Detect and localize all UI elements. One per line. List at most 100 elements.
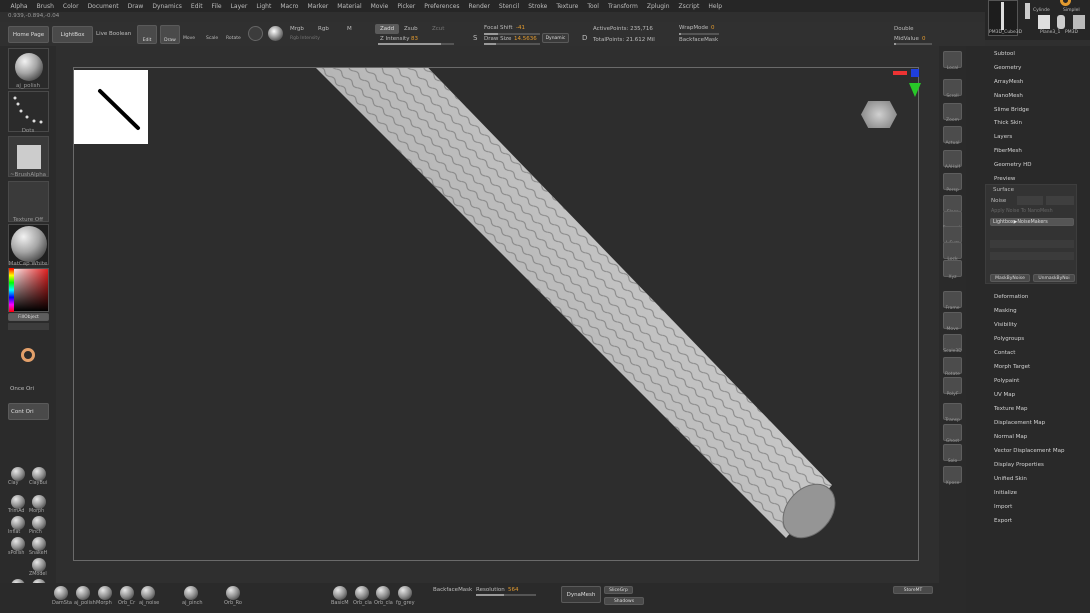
palette-preview[interactable]: Preview (994, 176, 1015, 182)
rotate-button[interactable]: Rotate (226, 36, 241, 41)
left-brush-icon[interactable] (32, 495, 46, 509)
noise-slider-b[interactable] (990, 252, 1074, 260)
menu-stencil[interactable]: Stencil (494, 3, 523, 10)
menu-layer[interactable]: Layer (226, 3, 252, 10)
palette-layers[interactable]: Layers (994, 134, 1012, 140)
palette-contact[interactable]: Contact (994, 350, 1015, 356)
live-boolean-button[interactable]: Live Boolean (96, 31, 131, 37)
edit-button[interactable]: Edit (137, 25, 157, 44)
mask-by-noise-button[interactable]: MaskByNoise (990, 274, 1030, 282)
menu-dynamics[interactable]: Dynamics (148, 3, 187, 10)
palette-geometry[interactable]: Geometry (994, 65, 1021, 71)
wrapmode-slider[interactable] (679, 33, 719, 35)
surface-header[interactable]: Surface (993, 187, 1014, 193)
resolution-slider[interactable] (476, 594, 536, 596)
secondary-color-swatch[interactable] (8, 323, 49, 330)
color-sphere-icon[interactable] (268, 26, 283, 41)
menu-tool[interactable]: Tool (583, 3, 604, 10)
palette-visibility[interactable]: Visibility (994, 322, 1017, 328)
palette-import[interactable]: Import (994, 504, 1012, 510)
viewport-canvas[interactable] (73, 67, 921, 561)
left-brush-icon[interactable] (11, 516, 25, 530)
move-button[interactable]: Move (183, 36, 195, 41)
palette-uv-map[interactable]: UV Map (994, 392, 1015, 398)
material-thumbnail[interactable] (8, 224, 49, 265)
fill-object-button[interactable]: FillObject (8, 313, 49, 321)
shelf-brush-icon[interactable] (398, 586, 412, 600)
dynamic-button[interactable]: Dynamic (542, 33, 569, 43)
noise-toggle-a[interactable] (1017, 196, 1043, 205)
palette-unified-skin[interactable]: Unified Skin (994, 476, 1027, 482)
palette-fibermesh[interactable]: FiberMesh (994, 148, 1022, 154)
rgb-button[interactable]: Rgb (318, 26, 329, 32)
menu-movie[interactable]: Movie (366, 3, 393, 10)
menu-document[interactable]: Document (83, 3, 123, 10)
left-brush-icon[interactable] (11, 467, 25, 481)
hue-strip[interactable] (9, 268, 14, 312)
draw-size-slider[interactable] (484, 43, 540, 45)
noise-button[interactable]: Noise (991, 198, 1006, 204)
left-brush-icon[interactable] (11, 537, 25, 551)
left-brush-icon[interactable] (32, 537, 46, 551)
palette-slime-bridge[interactable]: Slime Bridge (994, 107, 1029, 113)
storemt-button[interactable]: StoreMT (893, 586, 933, 594)
menu-picker[interactable]: Picker (393, 3, 420, 10)
zsub-button[interactable]: Zsub (404, 26, 418, 32)
menu-zscript[interactable]: Zscript (674, 3, 704, 10)
shelf-brush-icon[interactable] (76, 586, 90, 600)
palette-initialize[interactable]: Initialize (994, 490, 1017, 496)
cont-ori-button[interactable]: Cont Ori (8, 403, 49, 420)
menu-light[interactable]: Light (252, 3, 276, 10)
palette-masking[interactable]: Masking (994, 308, 1017, 314)
shelf-brush-icon[interactable] (120, 586, 134, 600)
menu-edit[interactable]: Edit (186, 3, 207, 10)
focal-shift-slider[interactable] (484, 33, 540, 35)
menu-zplugin[interactable]: Zplugin (642, 3, 674, 10)
groups-button[interactable]: SliceGrp (604, 586, 633, 594)
menu-macro[interactable]: Macro (276, 3, 303, 10)
palette-geometry-hd[interactable]: Geometry HD (994, 162, 1032, 168)
menu-help[interactable]: Help (704, 3, 727, 10)
mrgb-button[interactable]: Mrgb (290, 26, 304, 32)
palette-subtool[interactable]: Subtool (994, 51, 1015, 57)
texture-thumbnail[interactable] (8, 181, 49, 222)
shelf-brush-icon[interactable] (226, 586, 240, 600)
noise-slider-a[interactable] (990, 240, 1074, 248)
menu-preferences[interactable]: Preferences (420, 3, 464, 10)
palette-texture-map[interactable]: Texture Map (994, 406, 1028, 412)
midvalue-slider[interactable] (894, 43, 932, 45)
double-button[interactable]: Double (894, 26, 914, 32)
alpha-thumbnail[interactable] (8, 136, 49, 177)
cylinder-thumbnail[interactable] (1057, 15, 1065, 29)
palette-morph-target[interactable]: Morph Target (994, 364, 1030, 370)
stroke-thumbnail[interactable] (8, 91, 49, 132)
shelf-brush-icon[interactable] (333, 586, 347, 600)
home-page-button[interactable]: Home Page (8, 26, 49, 43)
menu-stroke[interactable]: Stroke (524, 3, 552, 10)
apply-noise-nanomesh[interactable]: Apply Noise To NanoMesh (991, 209, 1053, 214)
palette-thick-skin[interactable]: Thick Skin (994, 120, 1022, 126)
shelf-brush-icon[interactable] (184, 586, 198, 600)
left-brush-icon[interactable] (11, 495, 25, 509)
palette-arraymesh[interactable]: ArrayMesh (994, 79, 1023, 85)
shadows-button[interactable]: Shadows (604, 597, 644, 605)
material-sphere-icon[interactable] (248, 26, 263, 41)
shelf-brush-icon[interactable] (98, 586, 112, 600)
palette-display-properties[interactable]: Display Properties (994, 462, 1044, 468)
menu-draw[interactable]: Draw (123, 3, 148, 10)
shelf-brush-icon[interactable] (54, 586, 68, 600)
menu-color[interactable]: Color (58, 3, 83, 10)
unmask-by-noise-button[interactable]: UnmaskByNoi (1033, 274, 1075, 282)
rgb-intensity-slider[interactable]: Rgb Intensity (290, 36, 320, 41)
plane-thumbnail[interactable] (1038, 15, 1050, 29)
menu-file[interactable]: File (207, 3, 226, 10)
once-ori-button[interactable]: Once Ori (10, 386, 34, 392)
dynamesh-button[interactable]: DynaMesh (561, 586, 601, 603)
menu-texture[interactable]: Texture (552, 3, 583, 10)
shelf-brush-icon[interactable] (376, 586, 390, 600)
draw-button[interactable]: Draw (160, 25, 180, 44)
simple-thumbnail[interactable] (1073, 15, 1085, 29)
backfacemask-button[interactable]: BackfaceMask (679, 37, 718, 43)
menu-render[interactable]: Render (464, 3, 494, 10)
gizmo-ring-icon[interactable] (21, 348, 35, 362)
